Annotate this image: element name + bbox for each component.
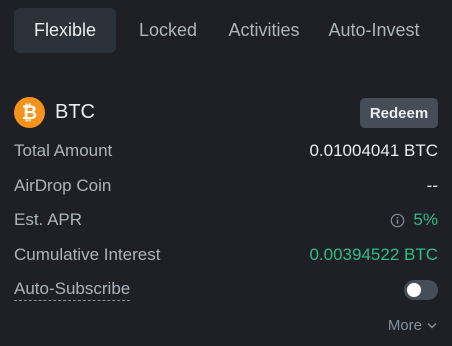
- coin-header: ₿ BTC Redeem: [14, 97, 438, 129]
- est-apr-label: Est. APR: [14, 210, 83, 229]
- est-apr-value: 5%: [413, 210, 438, 229]
- more-label: More: [387, 317, 422, 334]
- more-button[interactable]: More: [388, 317, 437, 334]
- est-apr-row: Est. APR 5%: [14, 208, 438, 232]
- info-icon[interactable]: [390, 213, 405, 228]
- tab-activities[interactable]: Activities: [216, 8, 312, 53]
- airdrop-coin-row: AirDrop Coin --: [14, 174, 438, 198]
- tab-locked[interactable]: Locked: [122, 8, 214, 53]
- cumulative-interest-row: Cumulative Interest 0.00394522 BTC: [14, 243, 438, 267]
- total-amount-label: Total Amount: [14, 141, 113, 160]
- tab-flexible[interactable]: Flexible: [14, 8, 116, 53]
- toggle-knob: [407, 283, 421, 297]
- chevron-down-icon: [427, 322, 437, 329]
- auto-subscribe-label[interactable]: Auto-Subscribe: [14, 279, 131, 301]
- bitcoin-icon: ₿: [14, 97, 45, 128]
- cumulative-interest-value: 0.00394522 BTC: [309, 245, 438, 264]
- auto-subscribe-row: Auto-Subscribe: [14, 278, 438, 302]
- tab-bar: Flexible Locked Activities Auto-Invest: [14, 8, 452, 53]
- auto-subscribe-toggle[interactable]: [404, 280, 438, 300]
- svg-text:₿: ₿: [22, 102, 37, 124]
- coin-name: BTC: [55, 101, 95, 123]
- cumulative-interest-label: Cumulative Interest: [14, 245, 161, 264]
- est-apr-container: 5%: [390, 210, 438, 230]
- total-amount-row: Total Amount 0.01004041 BTC: [14, 139, 438, 163]
- total-amount-value: 0.01004041 BTC: [309, 141, 438, 160]
- airdrop-coin-value: --: [426, 176, 438, 195]
- tab-auto-invest[interactable]: Auto-Invest: [314, 8, 434, 53]
- airdrop-coin-label: AirDrop Coin: [14, 176, 112, 195]
- redeem-button[interactable]: Redeem: [360, 98, 438, 128]
